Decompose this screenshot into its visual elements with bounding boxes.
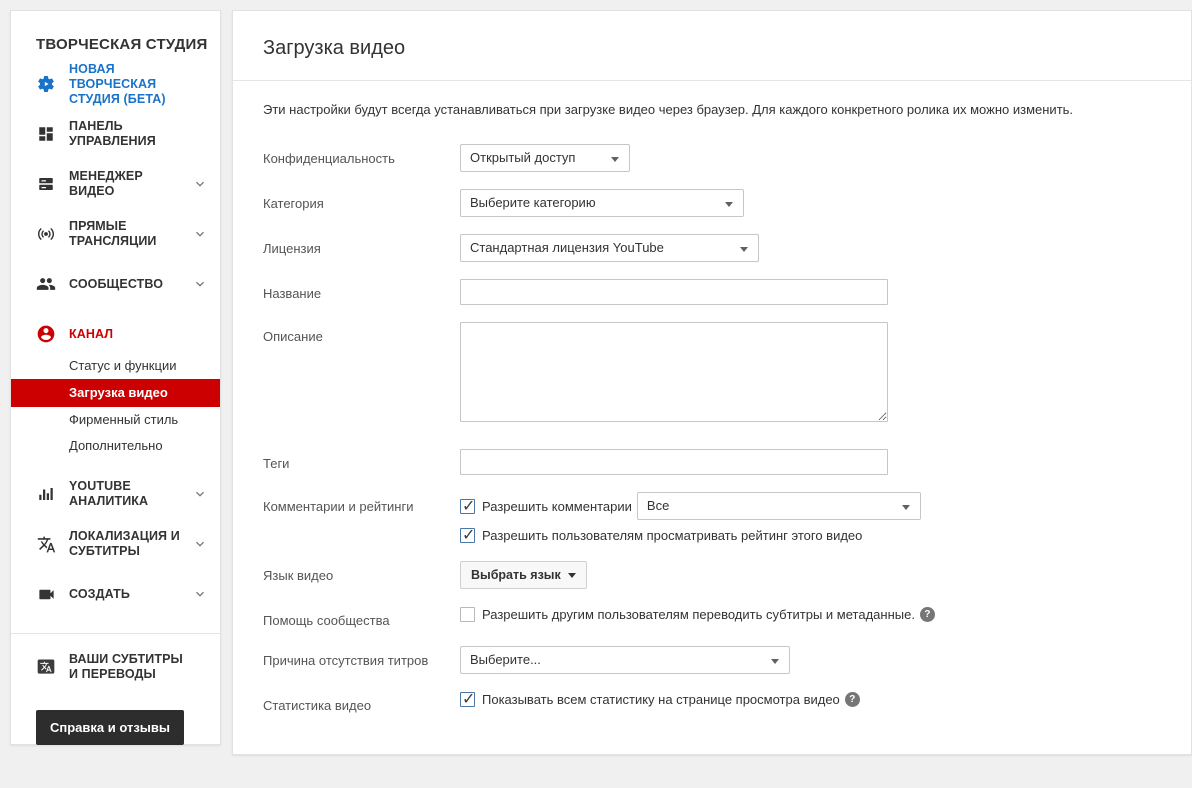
bar-chart-icon: [36, 484, 56, 504]
movie-create-icon: [36, 584, 56, 604]
help-feedback-button[interactable]: Справка и отзывы: [36, 710, 184, 745]
video-stats-label: Статистика видео: [263, 691, 460, 714]
sidebar-item-live-streams[interactable]: ПРЯМЫЕ ТРАНСЛЯЦИИ: [11, 209, 220, 259]
sidebar-item-label: ПАНЕЛЬ УПРАВЛЕНИЯ: [69, 119, 187, 149]
choose-language-button[interactable]: Выбрать язык: [460, 561, 587, 589]
page-header: Загрузка видео: [233, 11, 1191, 81]
gear-play-icon: [36, 74, 56, 94]
tags-label: Теги: [263, 449, 460, 472]
caption-reason-label: Причина отсутствия титров: [263, 646, 460, 669]
tags-input[interactable]: [460, 449, 888, 475]
description-textarea[interactable]: [460, 322, 888, 422]
privacy-select-value: Открытый доступ: [470, 150, 575, 165]
sidebar-item-status-features[interactable]: Статус и функции: [11, 353, 220, 379]
privacy-select[interactable]: Открытый доступ: [460, 144, 630, 172]
privacy-row: Конфиденциальность Открытый доступ: [263, 144, 1161, 172]
help-icon[interactable]: ?: [845, 692, 860, 707]
license-row: Лицензия Стандартная лицензия YouTube: [263, 234, 1161, 262]
comments-filter-value: Все: [647, 498, 669, 513]
video-stats-row: Статистика видео Показывать всем статист…: [263, 691, 1161, 714]
title-row: Название: [263, 279, 1161, 305]
category-select-value: Выберите категорию: [470, 195, 596, 210]
sidebar-item-label: YOUTUBE АНАЛИТИКА: [69, 479, 187, 509]
description-label: Описание: [263, 322, 460, 345]
upload-defaults-panel: Загрузка видео Эти настройки будут всегд…: [232, 10, 1192, 755]
caption-reason-row: Причина отсутствия титров Выберите...: [263, 646, 1161, 674]
allow-comments-checkbox[interactable]: [460, 499, 475, 514]
community-help-label: Помощь сообщества: [263, 606, 460, 629]
sidebar-item-label: НОВАЯ ТВОРЧЕСКАЯ СТУДИЯ (БЕТА): [69, 62, 187, 107]
sidebar-item-your-subtitles[interactable]: ВАШИ СУБТИТРЫ И ПЕРЕВОДЫ: [11, 642, 220, 692]
chevron-down-icon[interactable]: [192, 486, 208, 502]
help-icon[interactable]: ?: [920, 607, 935, 622]
sidebar-item-create[interactable]: СОЗДАТЬ: [11, 569, 220, 619]
chevron-down-icon[interactable]: [192, 586, 208, 602]
sidebar-item-advanced[interactable]: Дополнительно: [11, 433, 220, 459]
caption-reason-value: Выберите...: [470, 652, 541, 667]
sidebar-item-new-studio[interactable]: НОВАЯ ТВОРЧЕСКАЯ СТУДИЯ (БЕТА): [11, 59, 220, 109]
sidebar-item-upload-defaults[interactable]: Загрузка видео: [11, 379, 220, 407]
sidebar-item-label: МЕНЕДЖЕР ВИДЕО: [69, 169, 187, 199]
category-select[interactable]: Выберите категорию: [460, 189, 744, 217]
channel-subsection: Статус и функции Загрузка видео Фирменны…: [11, 353, 220, 459]
subtitles-translate-badge-icon: [36, 657, 56, 677]
chevron-down-icon[interactable]: [192, 276, 208, 292]
sidebar-item-localization[interactable]: ЛОКАЛИЗАЦИЯ И СУБТИТРЫ: [11, 519, 220, 569]
chevron-down-icon[interactable]: [192, 536, 208, 552]
comments-ratings-row: Комментарии и рейтинги Разрешить коммент…: [263, 492, 1161, 544]
category-row: Категория Выберите категорию: [263, 189, 1161, 217]
community-translate-label: Разрешить другим пользователям переводит…: [482, 606, 915, 623]
community-help-row: Помощь сообщества Разрешить другим польз…: [263, 606, 1161, 629]
category-label: Категория: [263, 189, 460, 212]
caption-reason-select[interactable]: Выберите...: [460, 646, 790, 674]
description-row: Описание: [263, 322, 1161, 422]
creator-studio-sidebar: ТВОРЧЕСКАЯ СТУДИЯ НОВАЯ ТВОРЧЕСКАЯ СТУДИ…: [10, 10, 221, 745]
page-title: Загрузка видео: [263, 37, 1161, 60]
chevron-down-icon[interactable]: [192, 176, 208, 192]
sidebar-item-analytics[interactable]: YOUTUBE АНАЛИТИКА: [11, 469, 220, 519]
upload-defaults-form: Конфиденциальность Открытый доступ Катег…: [233, 118, 1191, 714]
sidebar-item-label: ВАШИ СУБТИТРЫ И ПЕРЕВОДЫ: [69, 652, 187, 682]
sidebar-item-branding[interactable]: Фирменный стиль: [11, 407, 220, 433]
comments-ratings-label: Комментарии и рейтинги: [263, 492, 460, 515]
license-label: Лицензия: [263, 234, 460, 257]
channel-person-icon: [36, 324, 56, 344]
sidebar-item-label: ПРЯМЫЕ ТРАНСЛЯЦИИ: [69, 219, 187, 249]
allow-ratings-label: Разрешить пользователям просматривать ре…: [482, 527, 862, 544]
sidebar-item-label: КАНАЛ: [69, 327, 113, 342]
community-translate-checkbox[interactable]: [460, 607, 475, 622]
license-select[interactable]: Стандартная лицензия YouTube: [460, 234, 759, 262]
sidebar-item-label: СОЗДАТЬ: [69, 587, 130, 602]
sidebar-item-channel[interactable]: КАНАЛ: [11, 309, 220, 359]
sidebar-item-label: СООБЩЕСТВО: [69, 277, 163, 292]
privacy-label: Конфиденциальность: [263, 144, 460, 167]
title-input[interactable]: [460, 279, 888, 305]
sidebar-item-dashboard[interactable]: ПАНЕЛЬ УПРАВЛЕНИЯ: [11, 109, 220, 159]
sidebar-item-label: ЛОКАЛИЗАЦИЯ И СУБТИТРЫ: [69, 529, 187, 559]
video-language-label: Язык видео: [263, 561, 460, 584]
allow-comments-label: Разрешить комментарии: [482, 498, 632, 515]
chevron-down-icon[interactable]: [192, 226, 208, 242]
allow-ratings-checkbox[interactable]: [460, 528, 475, 543]
broadcast-icon: [36, 224, 56, 244]
comments-filter-select[interactable]: Все: [637, 492, 921, 520]
dashboard-icon: [36, 124, 56, 144]
sidebar-divider: [11, 633, 220, 634]
sidebar-item-community[interactable]: СООБЩЕСТВО: [11, 259, 220, 309]
translate-icon: [36, 534, 56, 554]
tags-row: Теги: [263, 449, 1161, 475]
studio-title: ТВОРЧЕСКАЯ СТУДИЯ: [11, 11, 220, 59]
page-description: Эти настройки будут всегда устанавливать…: [233, 81, 1191, 118]
license-select-value: Стандартная лицензия YouTube: [470, 240, 664, 255]
show-stats-checkbox[interactable]: [460, 692, 475, 707]
people-icon: [36, 274, 56, 294]
video-language-row: Язык видео Выбрать язык: [263, 561, 1161, 589]
show-stats-label: Показывать всем статистику на странице п…: [482, 691, 840, 708]
video-manager-icon: [36, 174, 56, 194]
sidebar-item-video-manager[interactable]: МЕНЕДЖЕР ВИДЕО: [11, 159, 220, 209]
dropdown-arrow-icon: [568, 573, 576, 578]
choose-language-label: Выбрать язык: [471, 568, 561, 582]
title-label: Название: [263, 279, 460, 302]
